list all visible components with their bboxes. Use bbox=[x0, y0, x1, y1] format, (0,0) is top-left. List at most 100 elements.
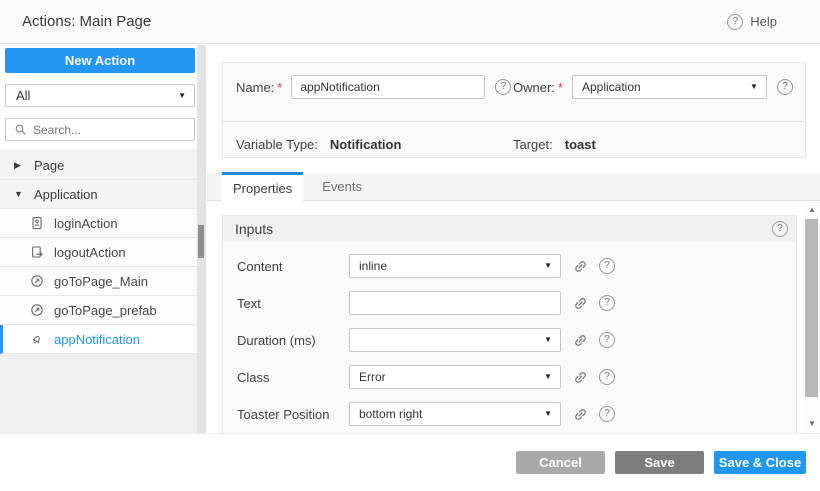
target-label: Target: bbox=[513, 137, 553, 152]
name-input[interactable] bbox=[291, 75, 485, 99]
class-dropdown[interactable]: Error ▼ bbox=[349, 365, 561, 389]
cancel-button[interactable]: Cancel bbox=[516, 451, 605, 474]
new-action-button[interactable]: New Action bbox=[5, 48, 195, 73]
save-button[interactable]: Save bbox=[615, 451, 704, 474]
sidebar-scrollbar[interactable] bbox=[197, 45, 206, 433]
content-label: Content bbox=[237, 259, 349, 274]
name-help-icon[interactable]: ? bbox=[495, 79, 511, 95]
class-dropdown-value: Error bbox=[359, 370, 386, 384]
bind-link-icon[interactable] bbox=[573, 333, 588, 348]
tree-item-appNotification[interactable]: appNotification bbox=[0, 325, 197, 354]
tab-content: Inputs ? Content inline ▼ ? Tex bbox=[207, 201, 820, 433]
class-label: Class bbox=[237, 370, 349, 385]
help-icon: ? bbox=[727, 14, 743, 30]
field-row-content: Content inline ▼ ? bbox=[237, 253, 796, 279]
login-icon bbox=[30, 216, 44, 230]
text-label: Text bbox=[237, 296, 349, 311]
toaster-position-dropdown[interactable]: bottom right ▼ bbox=[349, 402, 561, 426]
field-row-text: Text ? bbox=[237, 290, 796, 316]
chevron-down-icon: ▼ bbox=[14, 189, 24, 199]
logout-icon bbox=[30, 245, 44, 259]
help-button[interactable]: ? Help bbox=[727, 14, 777, 30]
go-to-page-icon bbox=[30, 303, 44, 317]
content-dropdown[interactable]: inline ▼ bbox=[349, 254, 561, 278]
scroll-down-icon[interactable]: ▼ bbox=[804, 420, 820, 428]
footer-bar: Cancel Save Save & Close bbox=[0, 433, 820, 491]
content-dropdown-value: inline bbox=[359, 259, 387, 273]
panel-divider bbox=[223, 121, 805, 122]
scroll-up-icon[interactable]: ▲ bbox=[804, 206, 820, 214]
footer-buttons: Cancel Save Save & Close bbox=[516, 451, 806, 474]
inputs-panel: Inputs ? Content inline ▼ ? Tex bbox=[222, 215, 797, 433]
required-asterisk: * bbox=[558, 80, 563, 95]
notification-icon bbox=[30, 332, 44, 346]
help-label: Help bbox=[750, 14, 777, 29]
content-help-icon[interactable]: ? bbox=[599, 258, 615, 274]
inputs-help-icon[interactable]: ? bbox=[772, 221, 788, 237]
inputs-title: Inputs bbox=[235, 221, 273, 237]
tree-group-application[interactable]: ▼ Application bbox=[0, 180, 197, 209]
target-group: Target: toast bbox=[513, 137, 596, 152]
bind-link-icon[interactable] bbox=[573, 259, 588, 274]
action-summary-panel: Name:* ? Owner:* Application ▼ ? Variabl… bbox=[222, 62, 806, 158]
tree-item-goToPage_Main[interactable]: goToPage_Main bbox=[0, 267, 197, 296]
tree-item-label: goToPage_prefab bbox=[54, 303, 157, 318]
tab-events[interactable]: Events bbox=[311, 172, 373, 200]
name-owner-row: Name:* ? Owner:* Application ▼ ? bbox=[223, 74, 805, 100]
field-row-toaster-position: Toaster Position bottom right ▼ ? bbox=[237, 401, 796, 427]
inputs-header: Inputs ? bbox=[223, 216, 796, 242]
tree-item-label: goToPage_Main bbox=[54, 274, 148, 289]
main-panel: Name:* ? Owner:* Application ▼ ? Variabl… bbox=[207, 45, 820, 433]
filter-dropdown[interactable]: All ▼ bbox=[5, 84, 195, 107]
header-bar: Actions: Main Page ? Help bbox=[0, 0, 820, 44]
content-scrollbar-thumb[interactable] bbox=[805, 219, 818, 397]
tree-item-label: logoutAction bbox=[54, 245, 126, 260]
save-and-close-button[interactable]: Save & Close bbox=[714, 451, 806, 474]
owner-help-icon[interactable]: ? bbox=[777, 79, 793, 95]
tree-item-label: loginAction bbox=[54, 216, 118, 231]
tree-item-label: appNotification bbox=[54, 332, 140, 347]
tree-item-loginAction[interactable]: loginAction bbox=[0, 209, 197, 238]
text-input[interactable] bbox=[349, 291, 561, 315]
field-row-class: Class Error ▼ ? bbox=[237, 364, 796, 390]
sidebar: New Action All ▼ ▶ Page ▼ Application lo… bbox=[0, 45, 197, 433]
tree-group-label: Page bbox=[34, 158, 64, 173]
toaster-position-label: Toaster Position bbox=[237, 407, 349, 422]
target-value: toast bbox=[565, 137, 596, 152]
class-help-icon[interactable]: ? bbox=[599, 369, 615, 385]
search-input[interactable] bbox=[33, 123, 183, 137]
duration-help-icon[interactable]: ? bbox=[599, 332, 615, 348]
bind-link-icon[interactable] bbox=[573, 370, 588, 385]
action-tree: ▶ Page ▼ Application loginAction logoutA… bbox=[0, 150, 197, 354]
field-row-duration: Duration (ms) ▼ ? bbox=[237, 327, 796, 353]
tab-properties[interactable]: Properties bbox=[222, 172, 303, 201]
sidebar-empty-area bbox=[0, 354, 197, 433]
content-scrollbar[interactable]: ▲ ▼ bbox=[804, 201, 820, 433]
bind-link-icon[interactable] bbox=[573, 296, 588, 311]
chevron-down-icon: ▼ bbox=[544, 336, 552, 344]
page-title: Actions: Main Page bbox=[22, 13, 151, 30]
variable-type-label: Variable Type: bbox=[236, 137, 318, 152]
bind-link-icon[interactable] bbox=[573, 407, 588, 422]
chevron-down-icon: ▼ bbox=[544, 262, 552, 270]
sidebar-scrollbar-thumb[interactable] bbox=[198, 225, 204, 258]
tree-group-page[interactable]: ▶ Page bbox=[0, 151, 197, 180]
tree-group-label: Application bbox=[34, 187, 98, 202]
text-help-icon[interactable]: ? bbox=[599, 295, 615, 311]
chevron-right-icon: ▶ bbox=[14, 160, 24, 171]
toaster-position-help-icon[interactable]: ? bbox=[599, 406, 615, 422]
name-label: Name:* bbox=[236, 80, 282, 95]
chevron-down-icon: ▼ bbox=[544, 373, 552, 381]
owner-dropdown[interactable]: Application ▼ bbox=[572, 75, 767, 99]
go-to-page-icon bbox=[30, 274, 44, 288]
duration-dropdown[interactable]: ▼ bbox=[349, 328, 561, 352]
required-asterisk: * bbox=[277, 80, 282, 95]
owner-group: Owner:* Application ▼ ? bbox=[513, 74, 793, 100]
owner-label: Owner:* bbox=[513, 80, 563, 95]
tree-item-logoutAction[interactable]: logoutAction bbox=[0, 238, 197, 267]
toaster-position-dropdown-value: bottom right bbox=[359, 407, 422, 421]
owner-dropdown-value: Application bbox=[582, 80, 641, 94]
search-icon bbox=[14, 123, 27, 136]
tree-item-goToPage_prefab[interactable]: goToPage_prefab bbox=[0, 296, 197, 325]
duration-label: Duration (ms) bbox=[237, 333, 349, 348]
